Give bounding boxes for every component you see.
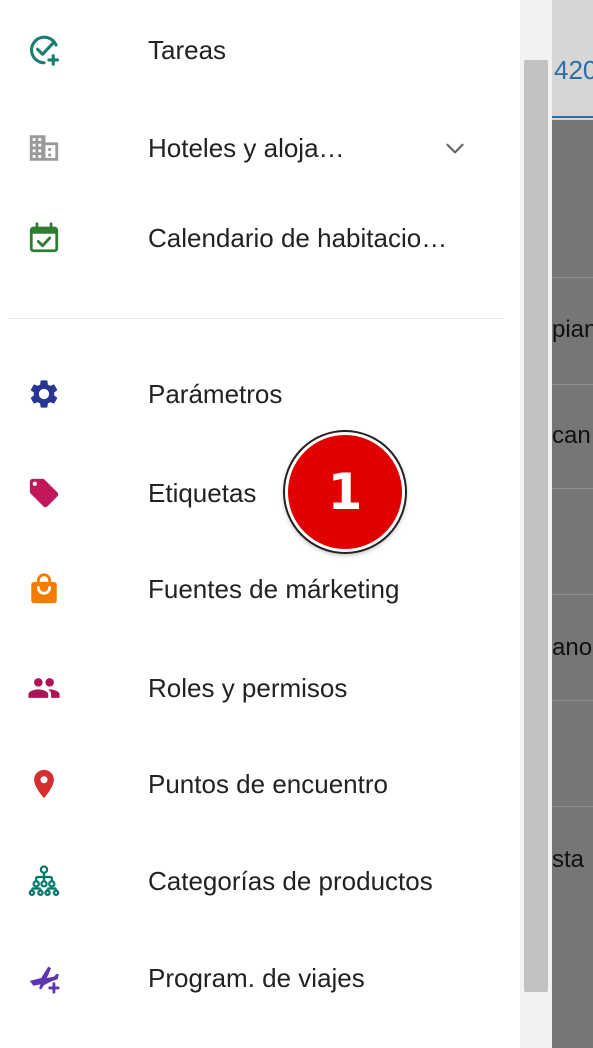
background-header-underline — [552, 116, 593, 118]
menu-item-label: Program. de viajes — [148, 962, 365, 993]
menu-divider — [8, 318, 503, 319]
background-row-divider — [552, 488, 593, 489]
shopping-bag-icon — [24, 569, 64, 609]
menu-item-roles-permisos[interactable]: Roles y permisos — [0, 656, 520, 720]
background-header: 420 — [552, 0, 593, 120]
background-row-text: pian — [552, 316, 593, 343]
menu-item-label: Fuentes de márketing — [148, 573, 400, 604]
menu-item-puntos-encuentro[interactable]: Puntos de encuentro — [0, 752, 520, 816]
people-icon — [24, 668, 64, 708]
background-row-divider — [552, 806, 593, 807]
background-row-divider — [552, 594, 593, 595]
gear-icon — [24, 374, 64, 414]
menu-item-program-viajes[interactable]: Program. de viajes — [0, 946, 520, 1010]
tasks-check-icon — [24, 30, 64, 70]
background-row-divider — [552, 700, 593, 701]
menu-item-label: Categorías de productos — [148, 865, 433, 896]
chevron-down-icon[interactable] — [440, 133, 470, 163]
step-number-badge: 1 — [285, 432, 405, 552]
menu-item-calendario[interactable]: Calendario de habitacio… — [0, 206, 520, 270]
menu-item-label: Parámetros — [148, 378, 283, 409]
menu-item-label: Hoteles y aloja… — [148, 132, 345, 163]
scrollbar-thumb[interactable] — [524, 60, 548, 992]
step-number-label: 1 — [327, 463, 363, 521]
background-row-divider — [552, 277, 593, 278]
menu-item-label: Tareas — [148, 34, 227, 65]
background-row-text: can — [552, 422, 591, 449]
menu-item-label: Roles y permisos — [148, 672, 348, 703]
menu-item-hoteles[interactable]: Hoteles y aloja… — [0, 116, 520, 180]
background-row-divider — [552, 384, 593, 385]
menu-item-tareas[interactable]: Tareas — [0, 18, 520, 82]
dimmed-background-content: 420 pian can ano sta — [552, 0, 593, 1048]
hierarchy-icon — [24, 861, 64, 901]
tag-icon — [24, 473, 64, 513]
plane-plus-icon — [24, 958, 64, 998]
background-header-text: 420 — [554, 55, 593, 85]
menu-item-label: Calendario de habitacio… — [148, 222, 448, 253]
menu-item-parametros[interactable]: Parámetros — [0, 362, 520, 426]
menu-item-fuentes-marketing[interactable]: Fuentes de márketing — [0, 557, 520, 621]
menu-item-label: Etiquetas — [148, 477, 257, 508]
menu-item-categorias-productos[interactable]: Categorías de productos — [0, 849, 520, 913]
location-pin-icon — [24, 764, 64, 804]
calendar-check-icon — [24, 218, 64, 258]
navigation-drawer: Tareas Hoteles y aloja… Calendario de ha… — [0, 0, 520, 1048]
building-icon — [24, 128, 64, 168]
menu-item-etiquetas[interactable]: Etiquetas — [0, 461, 520, 525]
menu-item-label: Puntos de encuentro — [148, 768, 388, 799]
background-row-text: ano — [552, 634, 593, 661]
background-row-text: sta — [552, 846, 585, 873]
